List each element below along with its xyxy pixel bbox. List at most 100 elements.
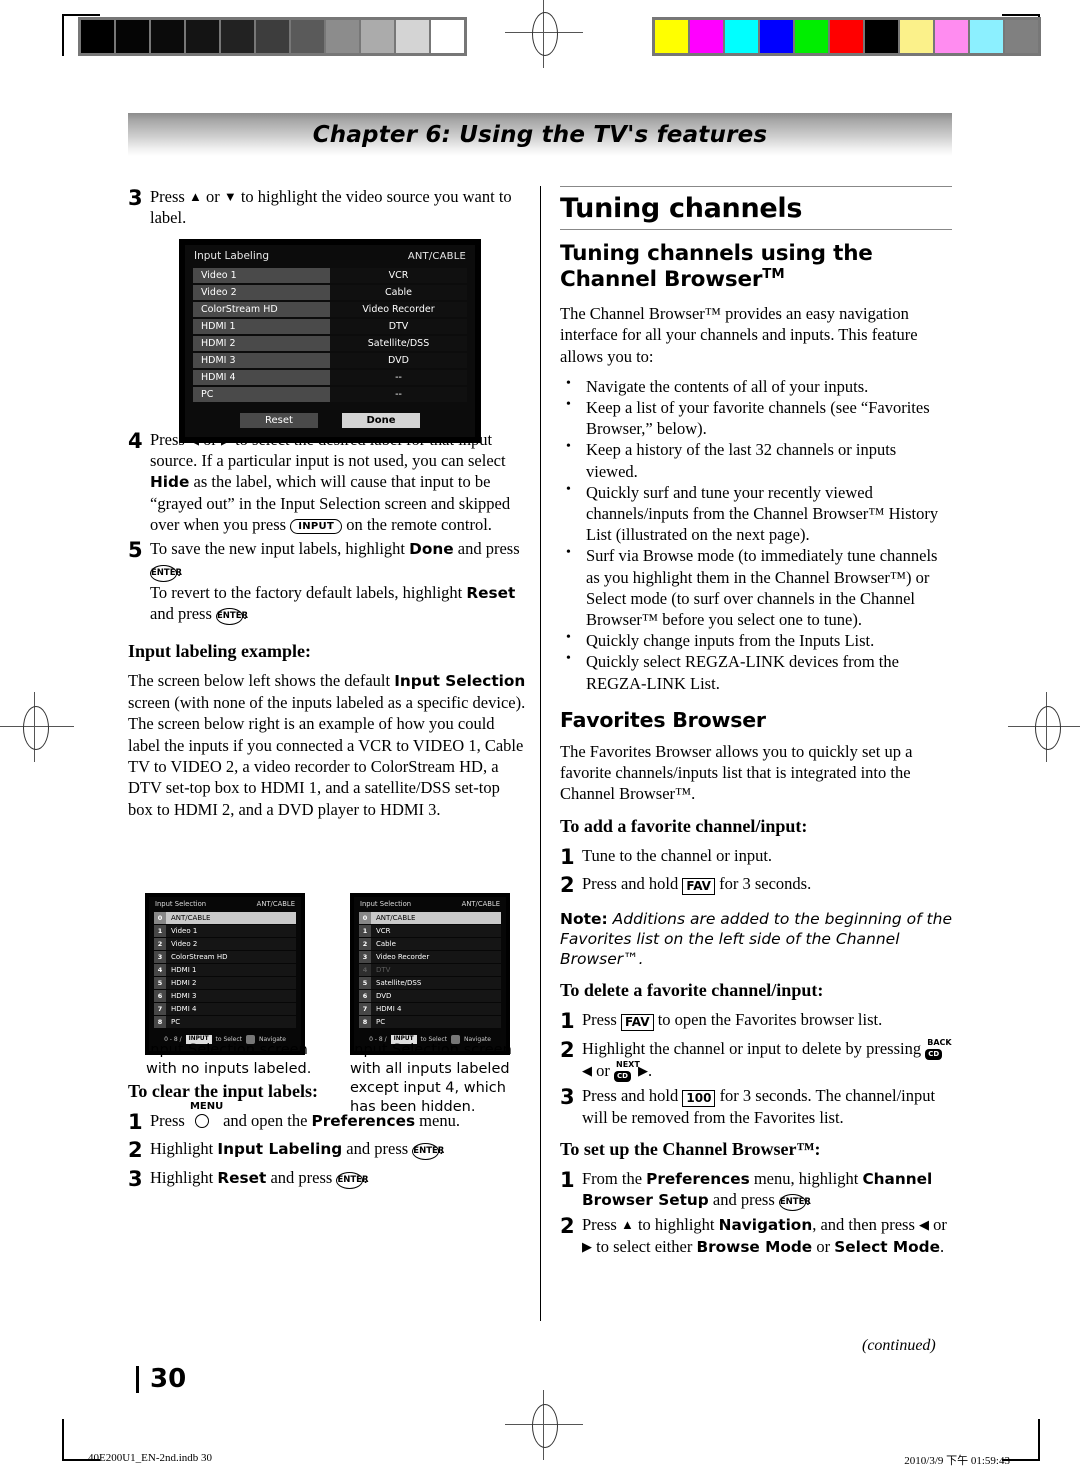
navigation-label: Navigation bbox=[718, 1216, 813, 1235]
del1-p1: Press bbox=[582, 1010, 621, 1030]
osd-selection-item[interactable]: 5 Satellite/DSS bbox=[359, 977, 501, 989]
osd-label-row[interactable]: ColorStream HD Video Recorder bbox=[193, 302, 467, 317]
caption-labeled-screen: Input Selection screen with all inputs l… bbox=[350, 1042, 512, 1116]
setup2-p2: to highlight bbox=[633, 1215, 719, 1235]
osd-selection-item[interactable]: 8 PC bbox=[359, 1016, 501, 1028]
enter-key-icon: ENTER bbox=[336, 1172, 369, 1190]
osd-reset-button[interactable]: Reset bbox=[240, 413, 318, 428]
osd-item-index: 7 bbox=[154, 1003, 166, 1015]
channel-browser-subheading: Tuning channels using the Channel Browser… bbox=[560, 241, 952, 293]
osd-selection-item[interactable]: 3 Video Recorder bbox=[359, 951, 501, 963]
step-text: Tune to the channel or input. bbox=[582, 845, 773, 865]
step-number: 2 bbox=[128, 1138, 143, 1163]
example-p1: The screen below left shows the default bbox=[128, 671, 395, 691]
setup1-p2: menu, highlight bbox=[749, 1168, 863, 1188]
step-number: 2 bbox=[560, 1214, 575, 1239]
osd-selection-item[interactable]: 0 ANT/CABLE bbox=[154, 912, 296, 924]
back-key-icon: BACK CD bbox=[925, 1038, 952, 1060]
osd-label-row[interactable]: HDMI 3 DVD bbox=[193, 353, 467, 368]
setup-step-2: 2 Press ▲ to highlight Navigation, and t… bbox=[560, 1214, 952, 1257]
trademark-symbol: TM bbox=[762, 266, 785, 282]
del1-p2: to open the Favorites browser list. bbox=[653, 1010, 883, 1030]
up-arrow-icon: ▲ bbox=[188, 189, 202, 204]
calibration-swatch bbox=[795, 20, 828, 53]
fav-key-icon: FAV bbox=[620, 1014, 654, 1032]
osd-current-source: ANT/CABLE bbox=[407, 250, 466, 262]
osd-item-label: PC bbox=[376, 1018, 386, 1026]
step-number: 3 bbox=[128, 186, 143, 210]
done-label: Done bbox=[409, 540, 454, 559]
step5-p5: and press bbox=[150, 604, 216, 624]
input-labeling-example-heading: Input labeling example: bbox=[128, 641, 312, 662]
step-text: Highlight the channel or input to delete… bbox=[582, 1038, 952, 1082]
list-item: Quickly surf and tune your recently view… bbox=[560, 481, 952, 546]
add2-p2: for 3 seconds. bbox=[714, 874, 812, 894]
step-3: 3 Press ▲ or ▼ to highlight the video so… bbox=[128, 186, 528, 228]
osd-input-name: Video 1 bbox=[193, 268, 330, 283]
osd-selection-item[interactable]: 6 HDMI 3 bbox=[154, 990, 296, 1002]
calibration-swatch bbox=[655, 20, 688, 53]
osd-item-label: DVD bbox=[376, 992, 392, 1000]
osd-selection-item[interactable]: 1 VCR bbox=[359, 925, 501, 937]
osd-selection-item[interactable]: 0 ANT/CABLE bbox=[359, 912, 501, 924]
back-key-label: BACK bbox=[927, 1037, 952, 1047]
osd-item-label: ColorStream HD bbox=[171, 953, 228, 961]
osd-selection-item[interactable]: 7 HDMI 4 bbox=[359, 1003, 501, 1015]
add-step-2: 2 Press and hold FAV for 3 seconds. bbox=[560, 873, 952, 899]
calibration-swatch bbox=[256, 20, 289, 53]
osd-selection-item[interactable]: 4 DTV bbox=[359, 964, 501, 976]
osd-label-row[interactable]: HDMI 4 -- bbox=[193, 370, 467, 385]
osd-input-name: HDMI 2 bbox=[193, 336, 330, 351]
step-text: Press and hold FAV for 3 seconds. bbox=[582, 873, 952, 899]
channel-browser-setup-heading: To set up the Channel Browser™: bbox=[560, 1138, 821, 1159]
osd-input-label-value: DVD bbox=[330, 353, 467, 368]
calibration-swatch bbox=[221, 20, 254, 53]
enter-key-icon: ENTER bbox=[412, 1143, 444, 1161]
osd-selection-item[interactable]: 6 DVD bbox=[359, 990, 501, 1002]
clear2-p3: . bbox=[439, 1139, 444, 1159]
calibration-swatch bbox=[900, 20, 933, 53]
osd-selection-item[interactable]: 4 HDMI 1 bbox=[154, 964, 296, 976]
list-item: Surf via Browse mode (to immediately tun… bbox=[560, 544, 952, 630]
step-text: From the Preferences menu, highlight Cha… bbox=[582, 1168, 952, 1212]
osd-label-row[interactable]: Video 2 Cable bbox=[193, 285, 467, 300]
osd-input-name: HDMI 1 bbox=[193, 319, 330, 334]
delete-step-2: 2 Highlight the channel or input to dele… bbox=[560, 1038, 952, 1082]
calibration-swatch bbox=[291, 20, 324, 53]
osd-header: Input Selection ANT/CABLE bbox=[149, 897, 301, 912]
osd-input-label-value: -- bbox=[330, 370, 467, 385]
step-5: 5 To save the new input labels, highligh… bbox=[128, 538, 528, 626]
step-text: Press ◀ or ▶ to select the desired label… bbox=[150, 429, 528, 535]
osd-item-label: Video 2 bbox=[171, 940, 198, 948]
add-favorite-heading: To add a favorite channel/input: bbox=[560, 815, 808, 836]
back-key-glyph: CD bbox=[925, 1048, 943, 1060]
caption-default-screen: Input Selection screen with no inputs la… bbox=[146, 1042, 312, 1078]
osd-selection-item[interactable]: 2 Cable bbox=[359, 938, 501, 950]
osd-item-label: Satellite/DSS bbox=[376, 979, 422, 987]
calibration-swatch bbox=[970, 20, 1003, 53]
registration-target-bottom-icon bbox=[505, 1390, 583, 1460]
note-label: Note: bbox=[560, 909, 608, 928]
osd-label-row[interactable]: Video 1 VCR bbox=[193, 268, 467, 283]
osd-selection-item[interactable]: 8 PC bbox=[154, 1016, 296, 1028]
osd-selection-item[interactable]: 5 HDMI 2 bbox=[154, 977, 296, 989]
osd-selection-item[interactable]: 1 Video 1 bbox=[154, 925, 296, 937]
clear-step-2: 2 Highlight Input Labeling and press ENT… bbox=[128, 1138, 528, 1164]
osd-done-button[interactable]: Done bbox=[342, 413, 420, 428]
step5-p4: To revert to the factory default labels,… bbox=[150, 582, 467, 602]
osd-item-index: 1 bbox=[154, 925, 166, 937]
osd-label-row[interactable]: PC -- bbox=[193, 387, 467, 402]
osd-label-row[interactable]: HDMI 2 Satellite/DSS bbox=[193, 336, 467, 351]
add2-p1: Press and hold bbox=[582, 874, 683, 894]
subheading-line2: Channel Browser bbox=[560, 267, 763, 293]
osd-item-label: HDMI 3 bbox=[171, 992, 197, 1000]
osd-selection-item[interactable]: 3 ColorStream HD bbox=[154, 951, 296, 963]
osd-label-row[interactable]: HDMI 1 DTV bbox=[193, 319, 467, 334]
setup1-p4: . bbox=[805, 1190, 810, 1210]
clear2-p1: Highlight bbox=[150, 1139, 218, 1159]
osd-item-index: 4 bbox=[359, 964, 371, 976]
grayscale-calibration-bar bbox=[78, 17, 467, 56]
osd-selection-item[interactable]: 2 Video 2 bbox=[154, 938, 296, 950]
osd-selection-item[interactable]: 7 HDMI 4 bbox=[154, 1003, 296, 1015]
clear1-p2: and open the bbox=[218, 1110, 312, 1130]
